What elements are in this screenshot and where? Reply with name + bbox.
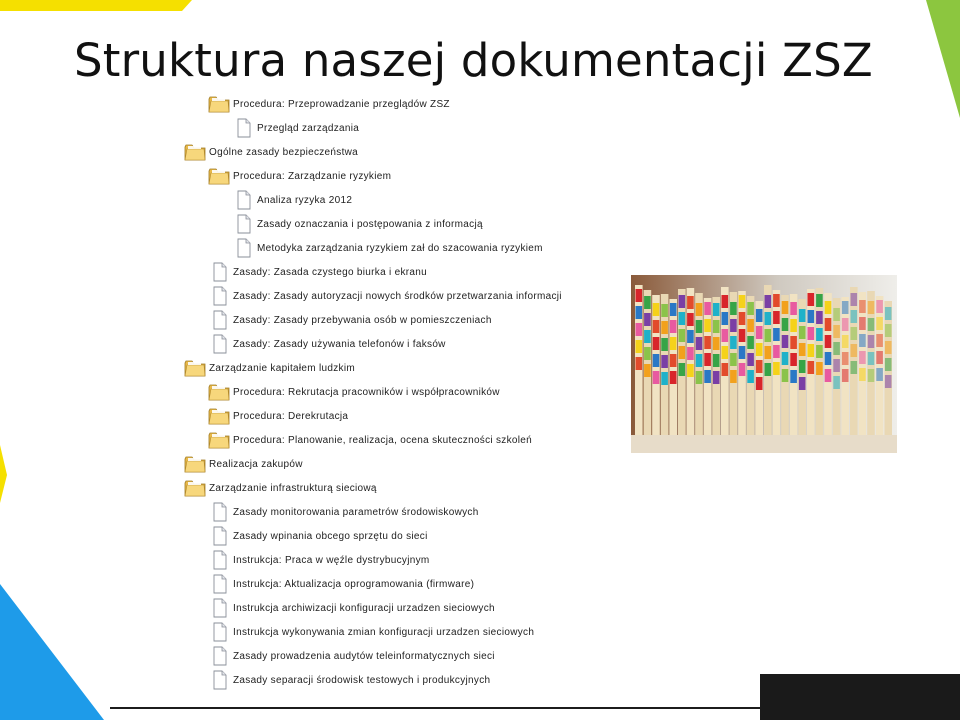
tree-document-item[interactable]: Analiza ryzyka 2012 (232, 188, 352, 212)
document-icon (208, 310, 230, 330)
document-icon (208, 646, 230, 666)
tree-document-item[interactable]: Zasady prowadzenia audytów teleinformaty… (208, 644, 495, 668)
document-icon (232, 118, 254, 138)
document-icon (208, 502, 230, 522)
folder-icon (208, 94, 230, 114)
tree-folder-item[interactable]: Procedura: Zarządzanie ryzykiem (208, 164, 391, 188)
folder-icon (208, 406, 230, 426)
document-icon (208, 526, 230, 546)
folder-icon (208, 166, 230, 186)
bottom-left-blue-shape (0, 580, 112, 720)
left-edge-yellow-shape (0, 445, 8, 505)
folder-icon (184, 142, 206, 162)
tree-item-label: Procedura: Zarządzanie ryzykiem (233, 170, 392, 182)
tree-item-label: Zasady prowadzenia audytów teleinformaty… (233, 650, 495, 662)
folder-icon (184, 478, 206, 498)
document-icon (208, 670, 230, 690)
tree-folder-item[interactable]: Procedura: Rekrutacja pracowników i wspó… (208, 380, 500, 404)
tree-item-label: Procedura: Rekrutacja pracowników i wspó… (233, 386, 500, 398)
tree-document-item[interactable]: Zasady wpinania obcego sprzętu do sieci (208, 524, 428, 548)
tree-item-label: Instrukcja archiwizacji konfiguracji urz… (233, 602, 495, 614)
folder-icon (208, 430, 230, 450)
tree-item-label: Zasady monitorowania parametrów środowis… (233, 506, 479, 518)
document-icon (208, 262, 230, 282)
tree-document-item[interactable]: Metodyka zarządzania ryzykiem zał do sza… (232, 236, 543, 260)
tree-item-label: Zarządzanie infrastrukturą sieciową (209, 482, 377, 494)
tree-document-item[interactable]: Zasady: Zasady przebywania osób w pomies… (208, 308, 492, 332)
tree-item-label: Procedura: Przeprowadzanie przeglądów ZS… (233, 98, 450, 110)
document-icon (208, 334, 230, 354)
tree-item-label: Zasady wpinania obcego sprzętu do sieci (233, 530, 428, 542)
tree-folder-item[interactable]: Procedura: Przeprowadzanie przeglądów ZS… (208, 92, 450, 116)
folder-icon (184, 358, 206, 378)
document-icon (208, 622, 230, 642)
tree-document-item[interactable]: Instrukcja: Praca w węźle dystrybucyjnym (208, 548, 430, 572)
tree-item-label: Zasady: Zasady autoryzacji nowych środkó… (233, 290, 562, 302)
tree-item-label: Analiza ryzyka 2012 (257, 194, 353, 206)
tree-item-label: Metodyka zarządzania ryzykiem zał do sza… (257, 242, 543, 254)
tree-folder-item[interactable]: Zarządzanie infrastrukturą sieciową (184, 476, 377, 500)
tree-folder-item[interactable]: Procedura: Planowanie, realizacja, ocena… (208, 428, 532, 452)
top-left-yellow-shape (0, 0, 200, 12)
document-icon (232, 238, 254, 258)
file-folders-photo (631, 275, 897, 453)
tree-folder-item[interactable]: Zarządzanie kapitałem ludzkim (184, 356, 355, 380)
tree-item-label: Zasady: Zasada czystego biurka i ekranu (233, 266, 428, 278)
tree-document-item[interactable]: Zasady: Zasady używania telefonów i faks… (208, 332, 446, 356)
tree-document-item[interactable]: Zasady: Zasada czystego biurka i ekranu (208, 260, 427, 284)
tree-item-label: Zasady: Zasady używania telefonów i faks… (233, 338, 446, 350)
tree-document-item[interactable]: Zasady monitorowania parametrów środowis… (208, 500, 479, 524)
tree-item-label: Zasady separacji środowisk testowych i p… (233, 674, 491, 686)
tree-document-item[interactable]: Zasady separacji środowisk testowych i p… (208, 668, 490, 692)
tree-document-item[interactable]: Instrukcja archiwizacji konfiguracji urz… (208, 596, 495, 620)
tree-item-label: Zasady: Zasady przebywania osób w pomies… (233, 314, 492, 326)
tree-folder-item[interactable]: Procedura: Derekrutacja (208, 404, 348, 428)
tree-item-label: Przegląd zarządzania (257, 122, 360, 134)
bottom-right-dark-block (760, 674, 960, 720)
folder-icon (184, 454, 206, 474)
tree-document-item[interactable]: Przegląd zarządzania (232, 116, 359, 140)
tree-item-label: Ogólne zasady bezpieczeństwa (209, 146, 359, 158)
tree-item-label: Procedura: Planowanie, realizacja, ocena… (233, 434, 533, 446)
tree-folder-item[interactable]: Realizacja zakupów (184, 452, 303, 476)
document-icon (208, 550, 230, 570)
document-icon (208, 598, 230, 618)
tree-item-label: Instrukcja: Aktualizacja oprogramowania … (233, 578, 475, 590)
tree-item-label: Zarządzanie kapitałem ludzkim (209, 362, 355, 374)
tree-document-item[interactable]: Zasady oznaczania i postępowania z infor… (232, 212, 483, 236)
document-icon (232, 190, 254, 210)
tree-item-label: Realizacja zakupów (209, 458, 303, 470)
document-icon (232, 214, 254, 234)
tree-document-item[interactable]: Instrukcja: Aktualizacja oprogramowania … (208, 572, 474, 596)
top-right-green-shape (926, 0, 960, 120)
tree-item-label: Instrukcja: Praca w węźle dystrybucyjnym (233, 554, 430, 566)
tree-item-label: Instrukcja wykonywania zmian konfiguracj… (233, 626, 535, 638)
document-icon (208, 286, 230, 306)
slide-title: Struktura naszej dokumentacji ZSZ (74, 34, 873, 87)
document-icon (208, 574, 230, 594)
tree-item-label: Procedura: Derekrutacja (233, 410, 349, 422)
tree-document-item[interactable]: Instrukcja wykonywania zmian konfiguracj… (208, 620, 534, 644)
tree-item-label: Zasady oznaczania i postępowania z infor… (257, 218, 483, 230)
tree-folder-item[interactable]: Ogólne zasady bezpieczeństwa (184, 140, 358, 164)
tree-document-item[interactable]: Zasady: Zasady autoryzacji nowych środkó… (208, 284, 562, 308)
folder-icon (208, 382, 230, 402)
